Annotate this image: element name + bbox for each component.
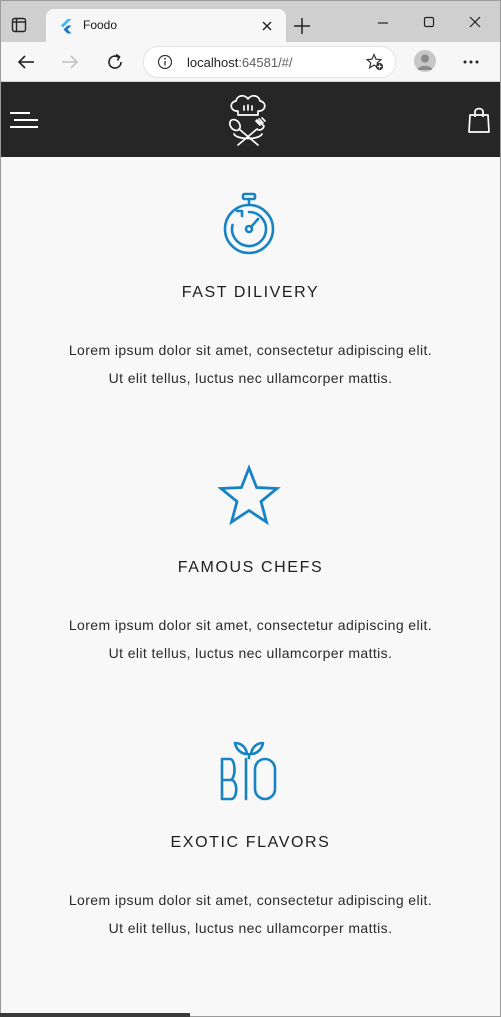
info-icon[interactable] [157, 54, 173, 70]
avatar [417, 54, 433, 70]
plus-icon[interactable] [293, 17, 311, 35]
feature-title: FAMOUS CHEFS [177, 559, 324, 576]
maximize-icon[interactable] [422, 15, 436, 29]
hamburger-menu-icon[interactable] [9, 109, 39, 131]
feature-card: EXOTIC FLAVORS Lorem ipsum dolor sit ame… [1, 707, 500, 977]
address-bar[interactable]: localhost:64581/#/ [143, 46, 396, 78]
browser-tab[interactable]: Foodo [46, 9, 286, 42]
feature-card: FAST DILIVERY Lorem ipsum dolor sit amet… [1, 157, 500, 427]
tab-title: Foodo [83, 18, 118, 32]
chef-logo-icon[interactable] [222, 93, 276, 147]
url-path: :64581/#/ [238, 55, 293, 70]
feature-title: FAST DILIVERY [181, 284, 320, 301]
minimize-icon[interactable] [376, 15, 390, 29]
feature-text-line: Lorem ipsum dolor sit amet, consectetur … [68, 617, 433, 633]
arrow-right-icon[interactable] [60, 52, 80, 72]
feature-title: EXOTIC FLAVORS [170, 834, 331, 851]
shopping-bag-icon[interactable] [467, 106, 491, 134]
browser-toolbar: localhost:64581/#/ [1, 42, 500, 82]
flutter-icon [61, 19, 72, 34]
arrow-left-icon[interactable] [16, 52, 36, 72]
star-icon [217, 464, 281, 526]
profile-icon[interactable] [414, 50, 436, 72]
star-plus-icon[interactable] [366, 53, 384, 71]
url-host: localhost [187, 55, 239, 70]
app-header [1, 82, 500, 157]
more-icon[interactable] [461, 52, 481, 72]
close-icon[interactable] [468, 15, 482, 29]
tab-actions-icon[interactable] [11, 17, 27, 33]
feature-text-line: Ut elit tellus, luctus nec ullamcorper m… [108, 370, 393, 386]
taskbar-edge [0, 1013, 190, 1017]
features-section: FAST DILIVERY Lorem ipsum dolor sit amet… [1, 157, 500, 1016]
browser-window: Foodo localhost:64581/#/ FAST DILIVERY L… [0, 0, 501, 1017]
tab-strip: Foodo [1, 1, 500, 42]
reload-icon[interactable] [105, 52, 125, 72]
stopwatch-icon [223, 192, 275, 255]
feature-text-line: Ut elit tellus, luctus nec ullamcorper m… [108, 645, 393, 661]
feature-text-line: Lorem ipsum dolor sit amet, consectetur … [68, 342, 433, 358]
feature-card: FAMOUS CHEFS Lorem ipsum dolor sit amet,… [1, 432, 500, 702]
url-text[interactable]: localhost:64581/#/ [187, 55, 293, 70]
bio-leaf-icon [220, 741, 277, 801]
feature-text-line: Lorem ipsum dolor sit amet, consectetur … [68, 892, 433, 908]
close-icon[interactable] [260, 19, 274, 33]
feature-text-line: Ut elit tellus, luctus nec ullamcorper m… [108, 920, 393, 936]
